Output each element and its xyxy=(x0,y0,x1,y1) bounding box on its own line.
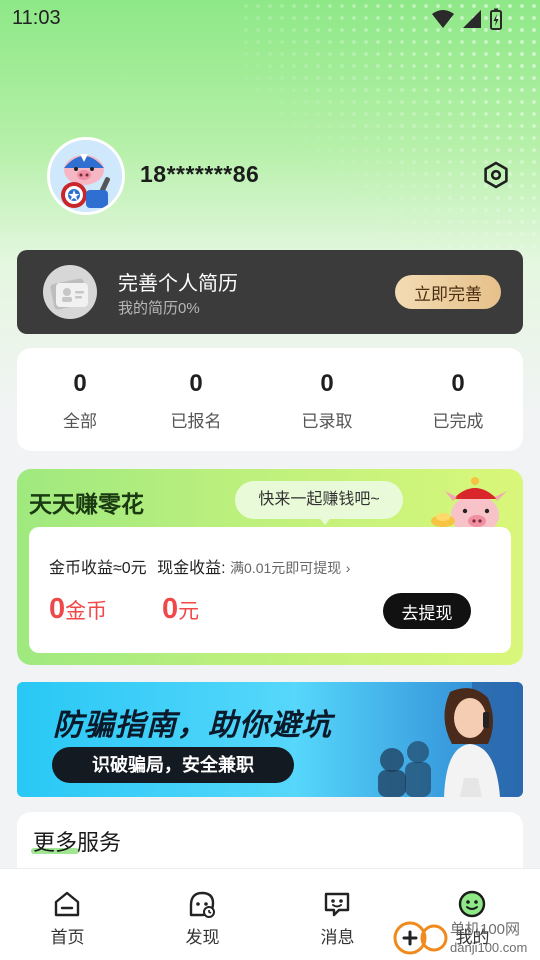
resume-progress-text: 我的简历0% xyxy=(118,300,200,317)
cash-amount-value: 0 xyxy=(162,593,179,625)
danji100-logo-icon: 单机100网 danji100.com xyxy=(393,921,527,955)
coin-amount: 0金币 xyxy=(49,593,107,626)
stat-label: 已完成 xyxy=(432,412,484,431)
profile-smile-icon xyxy=(458,890,486,918)
wifi-icon xyxy=(432,10,454,28)
status-icons xyxy=(432,8,502,30)
application-stats-card: 0 全部 0 已报名 0 已录取 0 已完成 xyxy=(17,348,523,451)
income-summary-line: 金币收益≈0元 现金收益: 满0.01元即可提现 › xyxy=(49,554,350,578)
pig-captain-avatar-icon xyxy=(50,140,122,212)
banner-subtitle: 识破骗局，安全兼职 xyxy=(52,747,294,783)
stat-label: 已录取 xyxy=(301,412,353,431)
stat-value: 0 xyxy=(451,370,465,397)
site-watermark-logo: 单机100网 danji100.com xyxy=(392,916,540,960)
status-bar: 11:03 xyxy=(0,0,540,38)
nav-label: 首页 xyxy=(50,928,85,947)
stat-value: 0 xyxy=(73,370,87,397)
nav-label: 发现 xyxy=(185,928,220,947)
stat-label: 全部 xyxy=(63,412,97,431)
settings-hexagon-icon xyxy=(484,161,508,189)
settings-button[interactable] xyxy=(482,161,510,189)
message-icon xyxy=(324,892,350,917)
nav-home[interactable]: 首页 xyxy=(0,869,135,960)
complete-resume-button[interactable]: 立即完善 xyxy=(395,275,501,309)
cellular-signal-icon xyxy=(463,10,481,28)
status-time: 11:03 xyxy=(12,7,61,29)
speech-bubble-tail xyxy=(317,515,333,525)
stat-signed-up[interactable]: 0 已报名 xyxy=(133,348,259,451)
coin-income-label: 金币收益≈0元 xyxy=(49,560,147,577)
stat-completed[interactable]: 0 已完成 xyxy=(395,348,521,451)
discover-icon xyxy=(189,891,215,918)
withdraw-button[interactable]: 去提现 xyxy=(383,593,471,629)
nav-messages[interactable]: 消息 xyxy=(270,869,405,960)
earn-speech-bubble: 快来一起赚钱吧~ xyxy=(235,481,403,519)
home-icon xyxy=(54,891,80,917)
daily-earn-card: 天天赚零花 快来一起赚钱吧~ 金币收益≈0元 现金收益: 满0.01元即可提现 … xyxy=(17,469,523,665)
stat-all[interactable]: 0 全部 xyxy=(17,348,143,451)
battery-icon xyxy=(490,8,502,30)
svg-text:单机100网: 单机100网 xyxy=(450,921,520,938)
nav-discover[interactable]: 发现 xyxy=(135,869,270,960)
resume-title: 完善个人简历 xyxy=(118,273,238,295)
nav-label: 消息 xyxy=(320,928,355,947)
cash-amount-unit: 元 xyxy=(178,600,200,623)
username[interactable]: 18*******86 xyxy=(140,161,259,188)
woman-on-phone-illustration-icon xyxy=(378,682,523,797)
stat-label: 已报名 xyxy=(170,412,222,431)
banner-title: 防骗指南，助你避坑 xyxy=(53,709,332,742)
stat-value: 0 xyxy=(189,370,203,397)
resume-card[interactable]: 完善个人简历 我的简历0% 立即完善 xyxy=(17,250,523,334)
resume-document-icon xyxy=(43,265,97,319)
more-services-title: 更多服务 xyxy=(33,830,122,855)
cash-amount: 0元 xyxy=(162,593,199,626)
coin-amount-unit: 金币 xyxy=(65,600,108,623)
stat-value: 0 xyxy=(320,370,334,397)
anti-fraud-banner[interactable]: 防骗指南，助你避坑 识破骗局，安全兼职 xyxy=(17,682,523,797)
avatar[interactable] xyxy=(47,137,125,215)
cash-withdraw-hint[interactable]: 满0.01元即可提现 xyxy=(230,560,341,576)
stat-hired[interactable]: 0 已录取 xyxy=(264,348,390,451)
svg-text:danji100.com: danji100.com xyxy=(450,940,527,955)
coin-amount-value: 0 xyxy=(49,593,66,625)
chevron-right-icon: › xyxy=(345,560,351,576)
earn-title: 天天赚零花 xyxy=(29,491,144,517)
cash-income-label: 现金收益: xyxy=(157,560,226,577)
earn-details-panel: 金币收益≈0元 现金收益: 满0.01元即可提现 › 0金币 0元 去提现 xyxy=(29,527,511,653)
